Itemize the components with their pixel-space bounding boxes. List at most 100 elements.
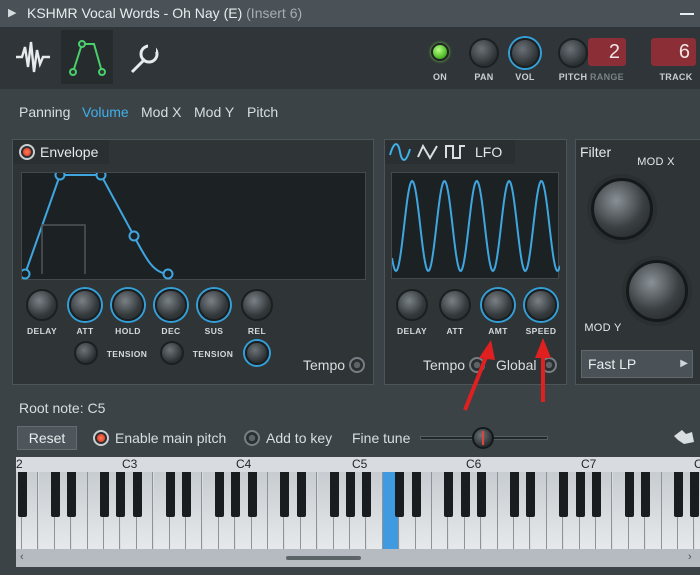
minimize-button[interactable] [674, 0, 700, 27]
tab-envelope[interactable] [61, 30, 113, 84]
black-key[interactable] [559, 472, 569, 517]
black-key[interactable] [690, 472, 700, 517]
fine-tune-handle[interactable] [472, 427, 494, 449]
env-sus-label: SUS [204, 326, 224, 336]
black-key[interactable] [50, 472, 60, 517]
pitch-knob[interactable] [558, 38, 588, 68]
tab-plugin[interactable] [8, 30, 60, 84]
dropdown-arrow-icon: ▶ [680, 358, 688, 369]
window-subtitle: (Insert 6) [246, 5, 303, 21]
waveform-icon [16, 41, 50, 73]
scroll-right-icon[interactable]: › [688, 551, 692, 563]
enable-main-pitch-label: Enable main pitch [115, 430, 227, 446]
black-key[interactable] [247, 472, 257, 517]
tension-knob-2[interactable] [160, 341, 184, 365]
filter-panel [575, 139, 700, 385]
black-key[interactable] [67, 472, 77, 517]
black-key[interactable] [17, 472, 27, 517]
lfo-att-knob[interactable] [439, 289, 471, 321]
envelope-curve-graphic [19, 169, 174, 280]
env-dec-knob[interactable] [155, 289, 187, 321]
black-key[interactable] [411, 472, 421, 517]
tension-knob-3[interactable] [245, 341, 269, 365]
wrench-icon [130, 44, 159, 74]
filter-cutoff-knob[interactable] [591, 178, 653, 240]
tension-knob-1[interactable] [74, 341, 98, 365]
env-hold-knob[interactable] [112, 289, 144, 321]
lfo-speed-knob[interactable] [525, 289, 557, 321]
black-key[interactable] [509, 472, 519, 517]
black-key[interactable] [214, 472, 224, 517]
tab-panning[interactable]: Panning [19, 104, 70, 120]
keyboard-scrollbar[interactable]: ‹ › [16, 549, 700, 567]
env-delay-label: DELAY [26, 326, 58, 336]
on-led-button[interactable] [431, 43, 449, 61]
envelope-enable-toggle[interactable] [19, 144, 35, 160]
scroll-thumb[interactable] [286, 556, 361, 560]
reset-button[interactable]: Reset [17, 426, 77, 450]
env-hold-label: HOLD [115, 326, 141, 336]
env-att-knob[interactable] [69, 289, 101, 321]
dragon-icon[interactable] [672, 426, 696, 448]
black-key[interactable] [329, 472, 339, 517]
pan-knob[interactable] [469, 38, 499, 68]
track-value[interactable]: 6 [651, 38, 696, 66]
tab-misc[interactable] [118, 30, 170, 84]
env-tempo-label: Tempo [303, 357, 346, 373]
black-key[interactable] [296, 472, 306, 517]
filter-type-value: Fast LP [588, 356, 637, 372]
black-key[interactable] [624, 472, 634, 517]
tab-pitch[interactable]: Pitch [247, 104, 278, 120]
vol-knob[interactable] [510, 38, 540, 68]
square-wave-icon[interactable] [445, 143, 467, 161]
fine-tune-label: Fine tune [352, 430, 411, 446]
add-to-key-toggle[interactable] [244, 430, 260, 446]
black-key[interactable] [280, 472, 290, 517]
tab-mod-y[interactable]: Mod Y [194, 104, 234, 120]
tension-label-2: TENSION [192, 349, 234, 359]
black-key[interactable] [673, 472, 683, 517]
black-key[interactable] [641, 472, 651, 517]
enable-main-pitch-toggle[interactable] [93, 430, 109, 446]
octave-label-c4: C4 [236, 457, 252, 471]
envelope-graph[interactable] [19, 169, 366, 280]
black-key[interactable] [526, 472, 536, 517]
black-key[interactable] [165, 472, 175, 517]
tension-label-1: TENSION [106, 349, 148, 359]
tab-mod-x[interactable]: Mod X [141, 104, 181, 120]
black-key[interactable] [132, 472, 142, 517]
env-delay-knob[interactable] [26, 289, 58, 321]
filter-type-dropdown[interactable]: Fast LP ▶ [581, 350, 693, 378]
black-key[interactable] [591, 472, 601, 517]
black-key[interactable] [345, 472, 355, 517]
sine-wave-icon[interactable] [389, 143, 411, 161]
lfo-graph[interactable] [391, 172, 561, 279]
range-value[interactable]: 2 [588, 38, 626, 66]
lfo-delay-knob[interactable] [396, 289, 428, 321]
black-key[interactable] [460, 472, 470, 517]
black-key[interactable] [575, 472, 585, 517]
black-key[interactable] [231, 472, 241, 517]
octave-label-2: 2 [16, 457, 23, 471]
filter-resonance-knob[interactable] [626, 260, 688, 322]
annotation-arrows [463, 338, 551, 411]
envelope-title: Envelope [40, 144, 99, 160]
lfo-delay-label: DELAY [396, 326, 428, 336]
black-key[interactable] [477, 472, 487, 517]
scroll-left-icon[interactable]: ‹ [20, 551, 24, 563]
black-key[interactable] [181, 472, 191, 517]
track-label: TRACK [659, 72, 693, 82]
tab-volume[interactable]: Volume [82, 104, 129, 120]
env-rel-knob[interactable] [241, 289, 273, 321]
lfo-amt-knob[interactable] [482, 289, 514, 321]
black-key[interactable] [395, 472, 405, 517]
env-att-label: ATT [76, 326, 94, 336]
black-key[interactable] [444, 472, 454, 517]
black-key[interactable] [116, 472, 126, 517]
triangle-wave-icon[interactable] [417, 143, 439, 161]
black-key[interactable] [362, 472, 372, 517]
env-sus-knob[interactable] [198, 289, 230, 321]
env-tempo-toggle[interactable] [349, 357, 365, 373]
black-key[interactable] [99, 472, 109, 517]
collapse-arrow-icon[interactable]: ▶ [8, 0, 16, 27]
